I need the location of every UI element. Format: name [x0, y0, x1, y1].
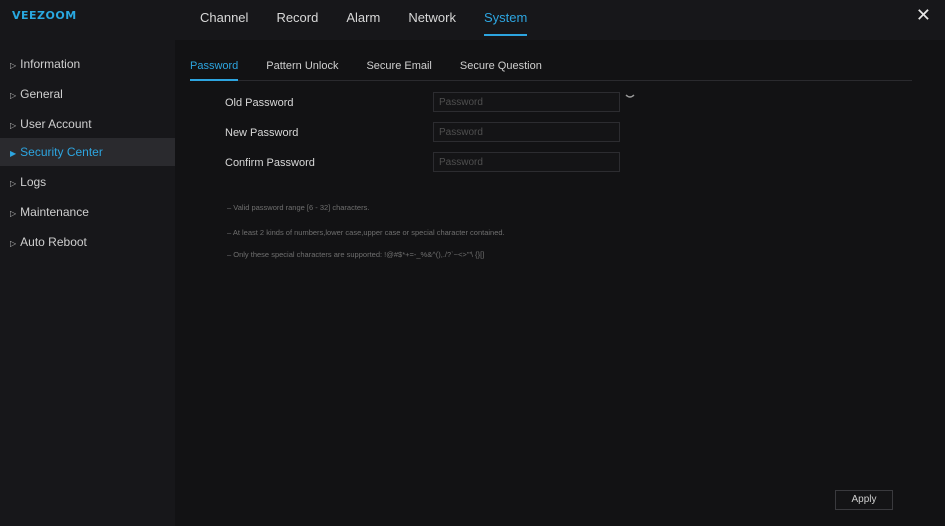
password-hint-complexity: – At least 2 kinds of numbers,lower case…: [227, 228, 505, 237]
sidebar-item-label: Auto Reboot: [20, 235, 87, 249]
sidebar-item-logs[interactable]: ▷ Logs: [0, 168, 175, 196]
old-password-input[interactable]: [433, 92, 620, 112]
main-nav: Channel Record Alarm Network System: [200, 0, 541, 40]
sidebar-item-auto-reboot[interactable]: ▷ Auto Reboot: [0, 228, 175, 256]
nav-tab-system[interactable]: System: [470, 0, 541, 40]
nav-tab-record[interactable]: Record: [262, 0, 332, 40]
sidebar-item-security-center[interactable]: ▶ Security Center: [0, 138, 175, 166]
triangle-right-icon: ▷: [10, 91, 17, 100]
sidebar-item-information[interactable]: ▷ Information: [0, 50, 175, 78]
confirm-password-input[interactable]: [433, 152, 620, 172]
apply-button[interactable]: Apply: [835, 490, 893, 510]
sidebar: ▷ Information ▷ General ▷ User Account ▶ Sec…: [0, 40, 175, 526]
sidebar-item-user-account[interactable]: ▷ User Account: [0, 110, 175, 138]
main-panel: Password Pattern Unlock Secure Email Sec…: [175, 40, 945, 526]
triangle-right-icon: ▷: [10, 61, 17, 70]
nav-tab-network[interactable]: Network: [394, 0, 470, 40]
triangle-right-icon: ▶: [10, 149, 17, 158]
subtab-secure-email[interactable]: Secure Email: [366, 58, 431, 80]
password-hint-length: – Valid password range [6 - 32] characte…: [227, 203, 370, 212]
app-window: VEEZOOM Channel Record Alarm Network Sys…: [0, 0, 945, 526]
sidebar-item-label: User Account: [20, 117, 92, 131]
logo: VEEZOOM: [12, 9, 77, 22]
sidebar-item-label: Maintenance: [20, 205, 89, 219]
triangle-right-icon: ▷: [10, 179, 17, 188]
password-hint-special-chars: – Only these special characters are supp…: [227, 250, 485, 259]
nav-tab-channel[interactable]: Channel: [200, 0, 262, 40]
sidebar-item-label: Logs: [20, 175, 47, 189]
eye-icon[interactable]: [625, 92, 635, 100]
triangle-right-icon: ▷: [10, 239, 17, 248]
sidebar-item-general[interactable]: ▷ General: [0, 80, 175, 108]
old-password-label: Old Password: [225, 97, 294, 109]
new-password-input[interactable]: [433, 122, 620, 142]
nav-tab-alarm[interactable]: Alarm: [332, 0, 394, 40]
close-icon[interactable]: ✕: [916, 6, 931, 24]
confirm-password-label: Confirm Password: [225, 157, 315, 169]
triangle-right-icon: ▷: [10, 209, 17, 218]
sidebar-item-label: Information: [20, 57, 81, 71]
subtab-pattern-unlock[interactable]: Pattern Unlock: [266, 58, 338, 80]
security-subtabs: Password Pattern Unlock Secure Email Sec…: [190, 58, 912, 81]
sidebar-item-maintenance[interactable]: ▷ Maintenance: [0, 198, 175, 226]
subtab-secure-question[interactable]: Secure Question: [460, 58, 542, 80]
sidebar-item-label: General: [20, 87, 63, 101]
triangle-right-icon: ▷: [10, 121, 17, 130]
new-password-label: New Password: [225, 127, 299, 139]
subtab-password[interactable]: Password: [190, 58, 239, 81]
top-bar: VEEZOOM Channel Record Alarm Network Sys…: [0, 0, 945, 40]
sidebar-item-label: Security Center: [20, 145, 103, 159]
